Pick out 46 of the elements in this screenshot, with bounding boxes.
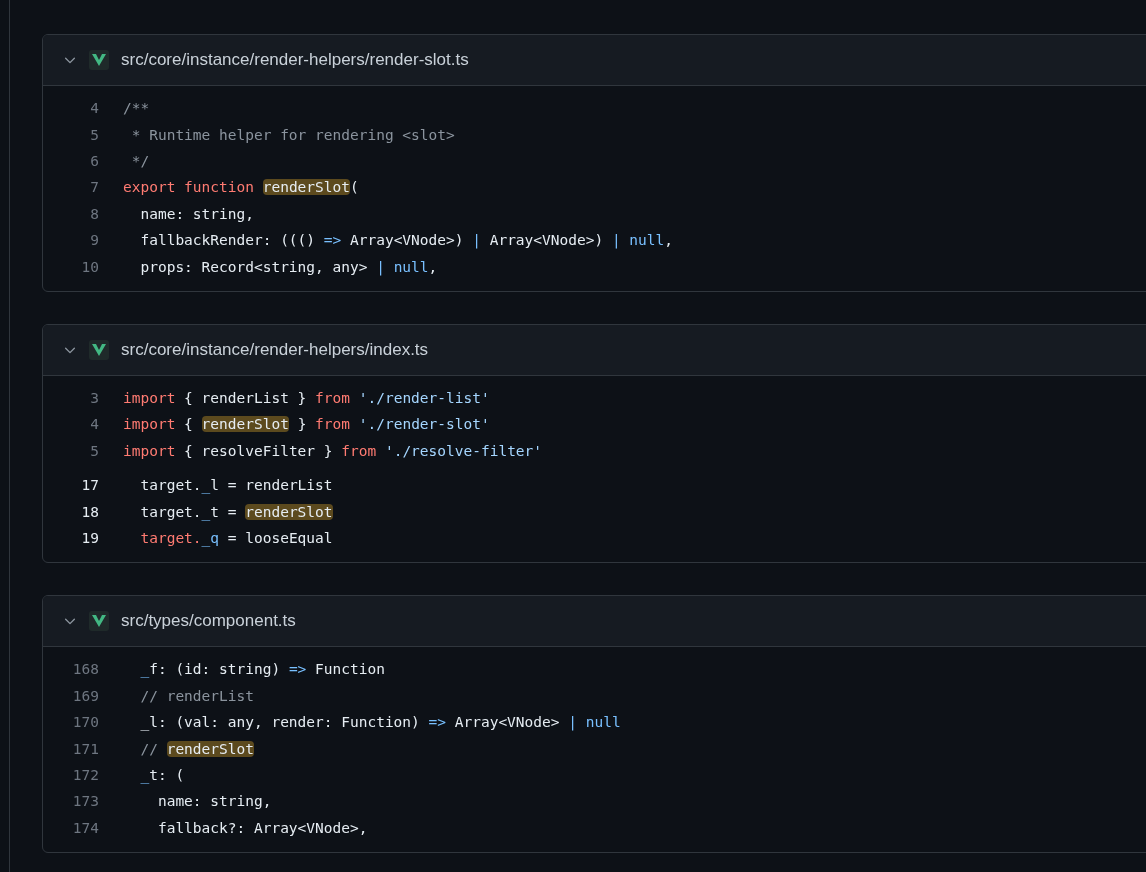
code-line: /** [123,99,150,119]
line-number: 173 [71,792,99,812]
code-line: _t: ( [139,765,185,786]
line-number: 3 [89,389,99,409]
code-line: export function renderSlot( [123,178,359,198]
v-logo-icon [89,50,109,70]
line-number: 19 [80,529,99,548]
line-number: 7 [89,178,99,198]
line-number: 18 [80,502,99,522]
code-line: target._t = renderSlot [139,502,333,523]
v-logo-icon [89,339,109,360]
line-number: 5 [89,441,99,461]
file-path[interactable]: src/core/instance/render-helpers/index.ts [121,337,429,363]
line-number: 17 [80,476,99,496]
code-line: import { renderSlot } from './render-slot' [123,415,490,435]
code-line: fallbackRender: ((() => Array<VNode>) | Array<VNode>) | null, [139,231,674,251]
code-line: // renderSlot [139,739,254,759]
code-line: */ [130,152,150,172]
line-number: 5 [89,125,99,145]
code-line: target._l = renderList [139,476,333,496]
code-line: * Runtime helper for rendering <slot> [130,125,455,145]
code-line: // renderList [139,686,254,706]
line-number: 8 [89,204,99,224]
line-number: 174 [71,818,99,838]
line-number: 171 [71,739,99,759]
code-line: _l: (val: any, render: Function) => Array<VNode> | null [139,713,621,733]
line-number: 4 [89,415,99,435]
line-number: 168 [71,660,99,680]
code-line: name: string, [139,204,254,224]
code-line: target._q = looseEqual [139,529,333,549]
line-number: 4 [89,99,99,119]
code-line: _f: (id: string) => Function [139,660,385,680]
line-number: 172 [71,765,99,785]
file-path[interactable]: src/types/component.ts [121,608,296,634]
line-number: 9 [89,231,99,251]
code-line: name: string, [156,792,272,812]
line-number: 169 [71,686,99,706]
file-path[interactable]: src/core/instance/render-helpers/render-slot.ts [121,47,469,73]
code-line: props: Record<string, any> | null, [139,257,438,278]
code-line: fallback?: Array<VNode>, [156,818,368,838]
line-number: 10 [80,257,99,277]
code-line: import { renderList } from './render-list' [123,389,490,409]
line-number: 170 [71,713,99,733]
code-line: import { resolveFilter } from './resolve-filter' [123,441,543,461]
v-logo-icon [89,611,109,632]
line-number: 6 [89,152,99,172]
